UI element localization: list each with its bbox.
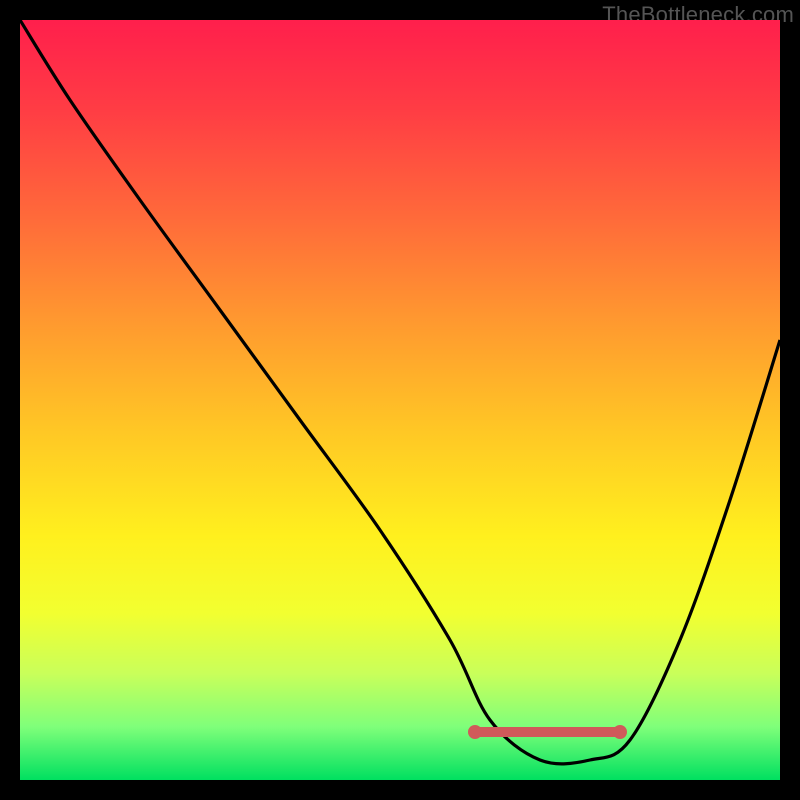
chart-background-gradient xyxy=(20,20,780,780)
chart-frame xyxy=(20,20,780,780)
